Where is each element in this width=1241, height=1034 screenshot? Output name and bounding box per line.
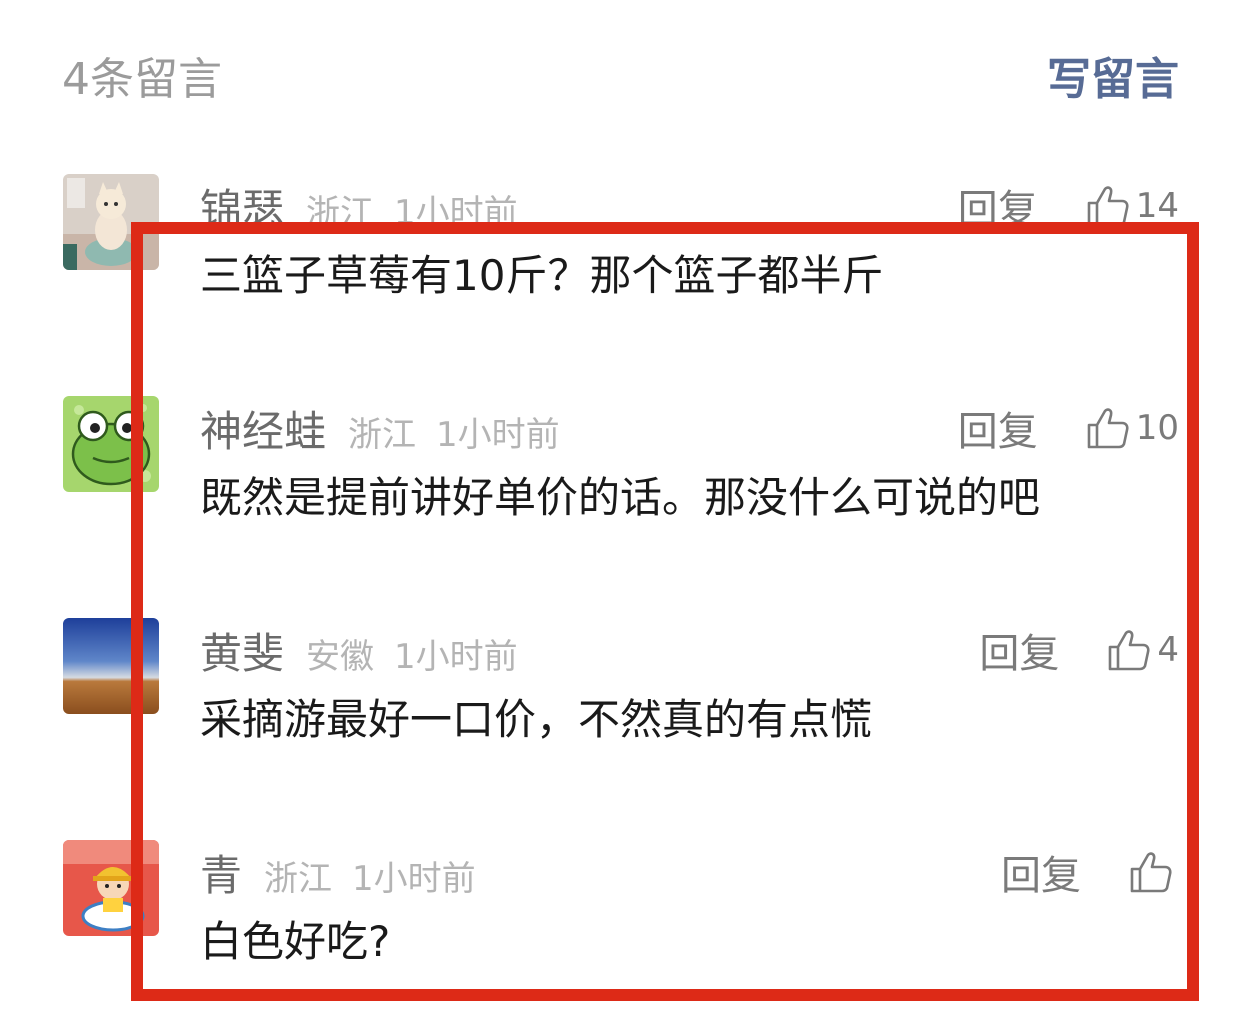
comment-text: 白色好吃?	[200, 917, 391, 966]
like-count: 10	[1135, 408, 1179, 448]
avatar[interactable]	[63, 174, 159, 270]
reply-button[interactable]: 回复	[958, 399, 1038, 457]
comment-actions: 回复	[1001, 844, 1179, 900]
comment-time: 1小时前	[394, 637, 518, 677]
comment-meta: 黄斐 安徽 1小时前	[200, 620, 518, 678]
cartoon-kid-avatar-image	[63, 840, 159, 936]
thumbs-up-icon	[1087, 408, 1129, 449]
comment-meta: 神经蛙 浙江 1小时前	[200, 398, 560, 456]
avatar[interactable]	[63, 618, 159, 714]
comment-nickname[interactable]: 黄斐	[200, 620, 284, 681]
reply-button[interactable]: 回复	[958, 177, 1038, 235]
thumbs-up-icon	[1087, 186, 1129, 227]
reply-button[interactable]: 回复	[1001, 843, 1081, 901]
comment-region: 浙江	[264, 859, 333, 899]
comment-meta: 青 浙江 1小时前	[200, 842, 476, 900]
comment-region: 浙江	[306, 193, 375, 233]
sky-desert-avatar-image	[63, 618, 159, 714]
like-button[interactable]: 4	[1105, 626, 1179, 674]
comment-region: 浙江	[348, 415, 417, 455]
comment-item: 锦瑟 浙江 1小时前 回复 14 三篮子草莓有10斤？那个篮子都半斤	[0, 174, 1241, 396]
comment-actions: 回复 10	[958, 400, 1179, 456]
comment-text: 采摘游最好一口价，不然真的有点慌	[200, 695, 873, 744]
comment-nickname[interactable]: 青	[200, 842, 242, 903]
comment-region: 安徽	[306, 637, 375, 677]
comment-time: 1小时前	[394, 193, 518, 233]
comment-actions: 回复 4	[979, 622, 1179, 678]
comment-time: 1小时前	[436, 415, 560, 455]
like-count: 14	[1135, 186, 1179, 226]
like-button[interactable]	[1127, 848, 1179, 896]
comment-time: 1小时前	[352, 859, 476, 899]
comments-page: 4条留言 写留言 锦瑟 浙江 1小时前 回复 14 三篮子草莓有10斤？那个篮子…	[0, 0, 1241, 1034]
comment-item: 神经蛙 浙江 1小时前 回复 10 既然是提前讲好单价的话。那没什么可说的吧	[0, 396, 1241, 618]
comment-actions: 回复 14	[958, 178, 1179, 234]
comment-nickname[interactable]: 锦瑟	[200, 176, 284, 237]
write-comment-button[interactable]: 写留言	[1047, 52, 1179, 108]
like-button[interactable]: 14	[1084, 182, 1179, 230]
thumbs-up-icon	[1109, 630, 1150, 671]
thumbs-up-icon	[1130, 852, 1172, 893]
frog-avatar-image	[63, 396, 159, 492]
comment-text: 既然是提前讲好单价的话。那没什么可说的吧	[200, 473, 1041, 522]
comment-count: 4条留言	[62, 54, 222, 105]
comment-item: 青 浙江 1小时前 回复 白色好吃?	[0, 840, 1241, 1034]
comment-item: 黄斐 安徽 1小时前 回复 4 采摘游最好一口价，不然真的有点慌	[0, 618, 1241, 840]
reply-button[interactable]: 回复	[979, 621, 1059, 679]
avatar[interactable]	[63, 840, 159, 936]
cat-figurine-avatar-image	[63, 174, 159, 270]
comment-nickname[interactable]: 神经蛙	[200, 398, 326, 459]
like-count: 4	[1157, 630, 1179, 670]
like-button[interactable]: 10	[1084, 404, 1179, 452]
comment-meta: 锦瑟 浙江 1小时前	[200, 176, 518, 234]
comment-text: 三篮子草莓有10斤？那个篮子都半斤	[200, 251, 884, 300]
avatar[interactable]	[63, 396, 159, 492]
comments-header: 4条留言 写留言	[0, 0, 1241, 140]
